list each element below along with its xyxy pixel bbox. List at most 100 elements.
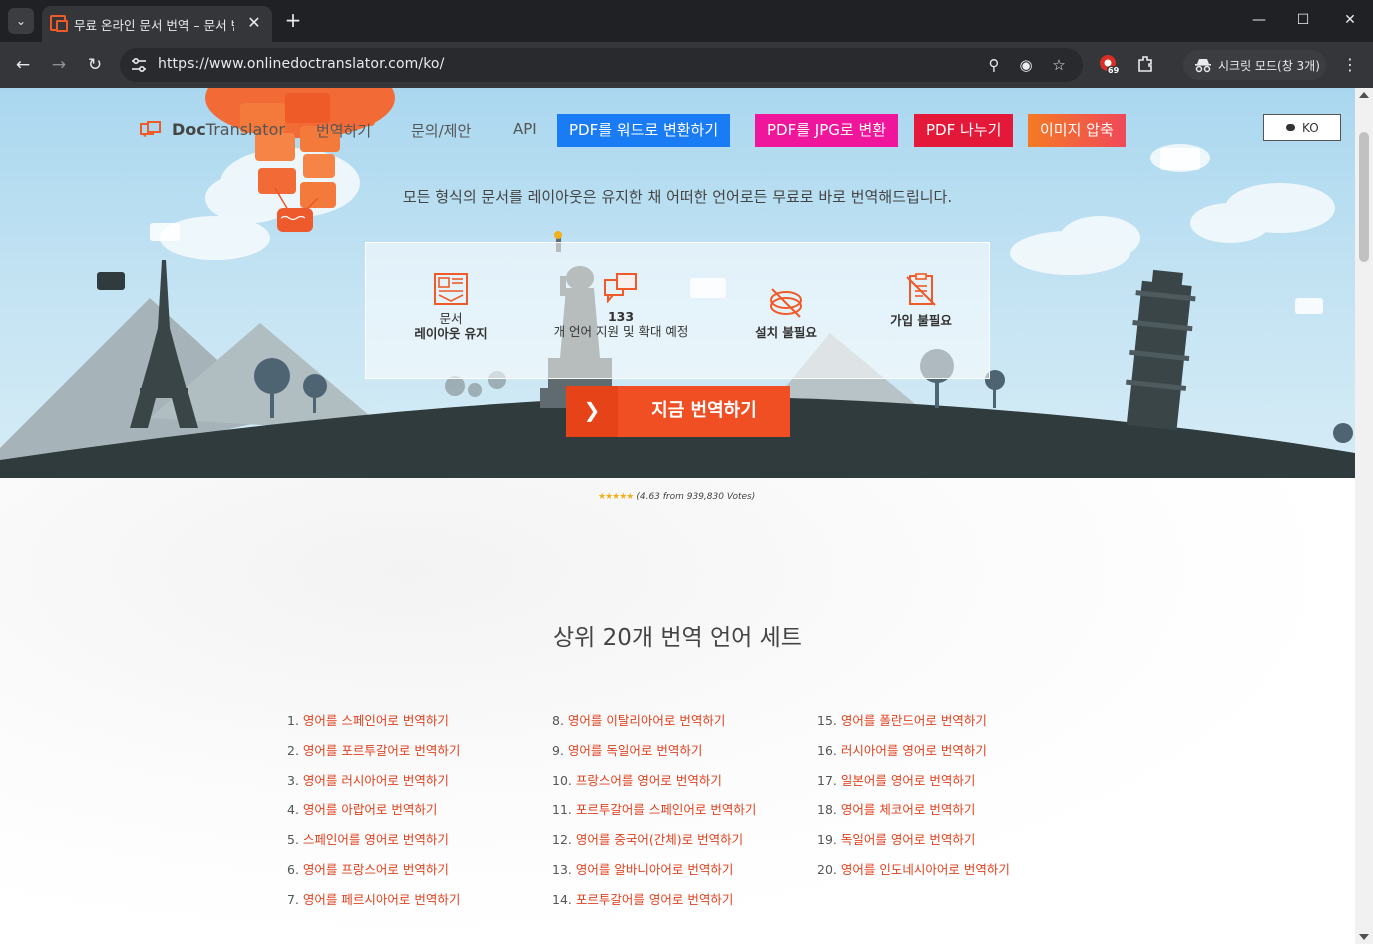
translation-list-col-3: 15. 영어를 폴란드어로 번역하기 16. 러시아어를 영어로 번역하기 17… bbox=[817, 706, 1010, 885]
list-item: 14. 포르투갈어를 영어로 번역하기 bbox=[552, 891, 734, 907]
logo-text: DocTranslator bbox=[172, 120, 285, 139]
feature-no-install-label: 설치 불필요 bbox=[755, 325, 817, 340]
translate-now-label: 지금 번역하기 bbox=[651, 400, 757, 421]
forward-arrow-icon[interactable]: → bbox=[47, 53, 71, 77]
tab-close-icon[interactable]: ✕ bbox=[244, 13, 264, 33]
list-item: 18. 영어를 체코어로 번역하기 bbox=[817, 802, 976, 818]
languages-icon bbox=[604, 273, 637, 303]
address-bar[interactable]: https://www.onlinedoctranslator.com/ko/ … bbox=[120, 48, 1083, 82]
translation-link[interactable]: 영어를 아랍어로 번역하기 bbox=[303, 802, 437, 817]
list-item: 12. 영어를 중국어(간체)로 번역하기 bbox=[552, 832, 744, 848]
nav-contact-link[interactable]: 문의/제안 bbox=[411, 120, 471, 141]
back-arrow-icon[interactable]: ← bbox=[11, 53, 35, 77]
translation-link[interactable]: 영어를 중국어(간체)로 번역하기 bbox=[576, 832, 743, 847]
translation-link[interactable]: 영어를 스페인어로 번역하기 bbox=[303, 713, 449, 728]
translation-link[interactable]: 영어를 페르시아어로 번역하기 bbox=[303, 892, 460, 907]
extensions-puzzle-icon[interactable] bbox=[1135, 53, 1159, 77]
list-item: 20. 영어를 인도네시아어로 번역하기 bbox=[817, 861, 1010, 877]
nav-api-link[interactable]: API bbox=[513, 120, 537, 138]
incognito-indicator[interactable]: 시크릿 모드(창 3개) bbox=[1183, 50, 1326, 80]
nav-translate-link[interactable]: 번역하기 bbox=[316, 120, 371, 141]
site-info-icon[interactable] bbox=[130, 56, 148, 74]
rating: ★★★★★ (4.63 from 939,830 Votes) bbox=[598, 492, 755, 502]
list-item: 6. 영어를 프랑스어로 번역하기 bbox=[287, 861, 449, 877]
translation-link[interactable]: 영어를 인도네시아어로 번역하기 bbox=[841, 862, 1010, 877]
zoom-icon[interactable]: ⚲ bbox=[984, 55, 1004, 75]
window-close-icon[interactable]: ✕ bbox=[1336, 8, 1364, 32]
translation-link[interactable]: 프랑스어를 영어로 번역하기 bbox=[576, 773, 722, 788]
feature-languages-count: 133 bbox=[607, 309, 635, 324]
list-item: 2. 영어를 포르투갈어로 번역하기 bbox=[287, 742, 461, 758]
scroll-down-arrow-icon[interactable] bbox=[1359, 934, 1369, 940]
extension-icon[interactable]: 69 bbox=[1098, 53, 1122, 77]
chevron-right-icon: ❯ bbox=[566, 386, 618, 437]
browser-tab-bar: ⌄ 무료 온라인 문서 번역 – 문서 번 ✕ + — ☐ ✕ bbox=[0, 0, 1373, 42]
url-text: https://www.onlinedoctranslator.com/ko/ bbox=[158, 56, 445, 72]
section-title: 상위 20개 번역 언어 세트 bbox=[553, 625, 802, 651]
feature-layout: 문서 레이아웃 유지 bbox=[406, 273, 496, 341]
list-item: 13. 영어를 알바니아어로 번역하기 bbox=[552, 861, 734, 877]
list-item: 5. 스페인어를 영어로 번역하기 bbox=[287, 832, 449, 848]
translation-link[interactable]: 영어를 알바니아어로 번역하기 bbox=[576, 862, 733, 877]
translation-link[interactable]: 영어를 프랑스어로 번역하기 bbox=[303, 862, 449, 877]
translation-link[interactable]: 독일어를 영어로 번역하기 bbox=[841, 832, 975, 847]
translation-link[interactable]: 일본어를 영어로 번역하기 bbox=[841, 773, 975, 788]
translation-link[interactable]: 영어를 체코어로 번역하기 bbox=[841, 802, 975, 817]
scrollbar-thumb[interactable] bbox=[1359, 132, 1369, 262]
list-item: 1. 영어를 스페인어로 번역하기 bbox=[287, 713, 449, 728]
tab-title: 무료 온라인 문서 번역 – 문서 번 bbox=[74, 18, 234, 33]
translation-link[interactable]: 포르투갈어를 영어로 번역하기 bbox=[576, 892, 733, 907]
list-item: 19. 독일어를 영어로 번역하기 bbox=[817, 832, 976, 848]
reload-icon[interactable]: ↻ bbox=[83, 53, 107, 77]
incognito-icon bbox=[1195, 59, 1211, 73]
pdf-to-jpg-button[interactable]: PDF를 JPG로 변환 bbox=[755, 114, 899, 147]
feature-layout-line2: 레이아웃 유지 bbox=[414, 326, 488, 341]
active-tab[interactable]: 무료 온라인 문서 번역 – 문서 번 ✕ bbox=[42, 6, 272, 42]
page-scrollbar[interactable] bbox=[1355, 88, 1373, 944]
eye-slash-icon[interactable]: ◉ bbox=[1016, 55, 1036, 75]
feature-no-signup: 가입 불필요 bbox=[871, 273, 971, 328]
list-item: 11. 포르투갈어를 스페인어로 번역하기 bbox=[552, 802, 757, 818]
translation-link[interactable]: 영어를 러시아어로 번역하기 bbox=[303, 773, 449, 788]
maximize-icon[interactable]: ☐ bbox=[1289, 8, 1317, 32]
hero-tagline: 모든 형식의 문서를 레이아웃은 유지한 채 어떠한 언어로든 무료로 바로 번… bbox=[402, 188, 953, 206]
translation-list-col-2: 8. 영어를 이탈리아어로 번역하기 9. 영어를 독일어로 번역하기 10. … bbox=[552, 706, 756, 915]
split-pdf-button[interactable]: PDF 나누기 bbox=[914, 114, 1014, 147]
translation-link[interactable]: 영어를 포르투갈어로 번역하기 bbox=[303, 743, 460, 758]
list-item: 16. 러시아어를 영어로 번역하기 bbox=[817, 742, 987, 758]
rating-stars-icon: ★★★★★ bbox=[598, 492, 634, 502]
browser-toolbar: ← → ↻ https://www.onlinedoctranslator.co… bbox=[0, 42, 1373, 88]
layout-icon bbox=[434, 273, 468, 305]
site-favicon-icon bbox=[50, 15, 68, 32]
tab-search-icon[interactable]: ⌄ bbox=[8, 8, 34, 34]
translation-link[interactable]: 영어를 독일어로 번역하기 bbox=[568, 743, 702, 758]
feature-no-install: 설치 불필요 bbox=[736, 287, 836, 340]
list-item: 3. 영어를 러시아어로 번역하기 bbox=[287, 772, 449, 788]
scroll-up-arrow-icon[interactable] bbox=[1359, 92, 1369, 98]
new-tab-plus-icon[interactable]: + bbox=[282, 10, 304, 32]
feature-languages-line2: 개 언어 지원 및 확대 예정 bbox=[553, 324, 689, 339]
list-item: 8. 영어를 이탈리아어로 번역하기 bbox=[552, 713, 726, 728]
browser-menu-icon[interactable]: ⋮ bbox=[1338, 53, 1362, 77]
pdf-to-word-button[interactable]: PDF를 워드로 변환하기 bbox=[557, 114, 731, 147]
translation-link[interactable]: 포르투갈어를 스페인어로 번역하기 bbox=[576, 802, 756, 817]
translation-link[interactable]: 스페인어를 영어로 번역하기 bbox=[303, 832, 449, 847]
language-selector-button[interactable]: KO bbox=[1263, 114, 1341, 141]
bookmark-star-icon[interactable]: ☆ bbox=[1049, 55, 1069, 75]
translate-now-button[interactable]: ❯ 지금 번역하기 bbox=[566, 386, 790, 437]
extension-badge: 69 bbox=[1107, 66, 1121, 75]
speech-bubble-icon bbox=[1286, 124, 1295, 131]
no-signup-icon bbox=[906, 273, 936, 306]
list-item: 15. 영어를 폴란드어로 번역하기 bbox=[817, 713, 987, 728]
feature-languages: 133 개 언어 지원 및 확대 예정 bbox=[546, 273, 696, 339]
list-item: 17. 일본어를 영어로 번역하기 bbox=[817, 772, 976, 788]
list-item: 10. 프랑스어를 영어로 번역하기 bbox=[552, 772, 722, 788]
list-item: 7. 영어를 페르시아어로 번역하기 bbox=[287, 891, 461, 907]
list-item: 4. 영어를 아랍어로 번역하기 bbox=[287, 802, 438, 818]
minimize-icon[interactable]: — bbox=[1245, 8, 1273, 32]
translation-link[interactable]: 러시아어를 영어로 번역하기 bbox=[841, 743, 987, 758]
translation-link[interactable]: 영어를 이탈리아어로 번역하기 bbox=[568, 713, 725, 728]
compress-image-button[interactable]: 이미지 압축 bbox=[1028, 114, 1126, 147]
feature-no-signup-label: 가입 불필요 bbox=[890, 313, 952, 328]
translation-link[interactable]: 영어를 폴란드어로 번역하기 bbox=[841, 713, 987, 728]
